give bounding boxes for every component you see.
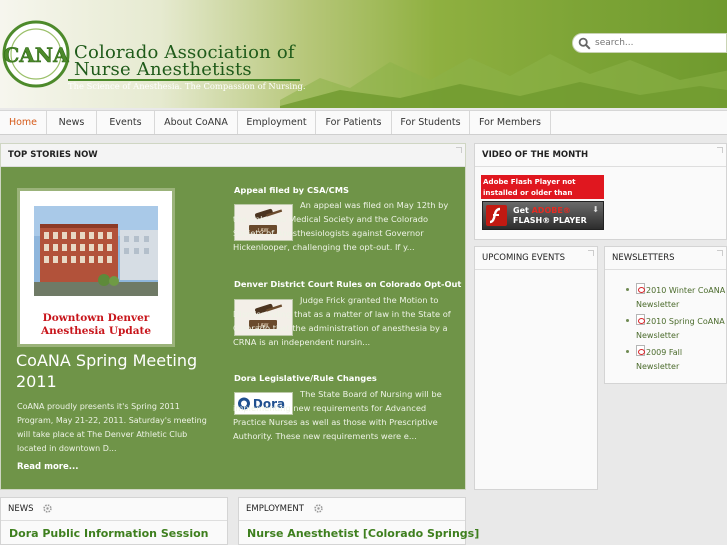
bullet-icon	[626, 288, 629, 291]
video-heading-label: VIDEO OF THE MONTH	[482, 150, 589, 160]
gear-icon[interactable]	[313, 503, 324, 514]
search-input[interactable]	[595, 35, 723, 51]
story-title[interactable]: Denver District Court Rules on Colorado …	[234, 279, 461, 289]
top-stories-heading: TOP STORIES NOW	[1, 144, 465, 167]
upcoming-heading: UPCOMING EVENTS	[475, 247, 597, 270]
read-more-link[interactable]: Read more...	[17, 462, 78, 472]
story-body: The State Board of Nursing will be imple…	[233, 387, 455, 443]
flash-adobe-text: ADOBE®	[531, 206, 571, 215]
flash-warning: Adobe Flash Player not installed or olde…	[481, 175, 604, 208]
newsletter-item[interactable]: 2009 Fall Newsletter	[626, 345, 726, 373]
upcoming-events-panel: UPCOMING EVENTS	[474, 246, 598, 490]
newsletter-link[interactable]: 2010 Winter CoANA Newsletter	[636, 286, 725, 309]
newsletters-heading: NEWSLETTERS	[605, 247, 726, 270]
story-body-text: An appeal was filed on May 12th by the C…	[233, 200, 449, 252]
flash-icon	[486, 205, 507, 226]
bullet-icon	[626, 319, 629, 322]
nav-events[interactable]: Events	[97, 111, 155, 134]
nav-news[interactable]: News	[47, 111, 97, 134]
pdf-icon	[636, 283, 645, 294]
upcoming-heading-label: UPCOMING EVENTS	[482, 253, 565, 263]
top-stories-panel: TOP STORIES NOW Downtown Denver Anesthes…	[0, 143, 466, 490]
nav-about[interactable]: About CoANA	[155, 111, 238, 134]
site-header: CANA Colorado Association of Nurse Anest…	[0, 0, 727, 108]
feature-body: CoANA proudly presents it's Spring 2011 …	[17, 402, 207, 453]
building-photo	[34, 206, 158, 296]
pdf-icon	[636, 314, 645, 325]
flash-button-line2: FLASH® PLAYER	[513, 216, 587, 225]
flash-button-line1: Get ADOBE®	[513, 206, 571, 215]
nav-employment[interactable]: Employment	[238, 111, 316, 134]
feature-title[interactable]: CoANA Spring Meeting 2011	[16, 350, 221, 392]
newsletter-item[interactable]: 2010 Spring CoANA Newsletter	[626, 314, 726, 342]
employment-heading: EMPLOYMENT	[239, 498, 465, 521]
download-arrow-icon: ⬇	[592, 205, 599, 214]
org-name-line2: Nurse Anesthetists	[74, 59, 252, 80]
employment-item-title[interactable]: Nurse Anesthetist [Colorado Springs]	[247, 527, 479, 540]
newsletter-list: 2010 Winter CoANA Newsletter 2010 Spring…	[626, 283, 726, 376]
caption-line1: Downtown Denver	[42, 312, 150, 324]
feature-image[interactable]: Downtown Denver Anesthesia Update	[17, 188, 175, 347]
main-nav: Home News Events About CoANA Employment …	[0, 110, 727, 135]
search-icon[interactable]	[578, 37, 591, 50]
logo-icon[interactable]: CANA	[2, 20, 70, 88]
nav-home[interactable]: Home	[0, 111, 47, 134]
bullet-icon	[626, 350, 629, 353]
news-item-title[interactable]: Dora Public Information Session	[9, 527, 208, 540]
nav-students[interactable]: For Students	[392, 111, 470, 134]
story-body-text: Judge Frick granted the Motion to Dismis…	[233, 295, 451, 347]
pdf-icon	[636, 345, 645, 356]
nav-patients[interactable]: For Patients	[316, 111, 392, 134]
gear-icon[interactable]	[42, 503, 53, 514]
news-heading: NEWS	[1, 498, 227, 521]
news-heading-label: NEWS	[8, 504, 34, 514]
org-name: Colorado Association of Nurse Anesthetis…	[74, 44, 295, 80]
newsletters-heading-label: NEWSLETTERS	[612, 253, 675, 263]
panel-corner-icon	[456, 147, 462, 153]
panel-corner-icon	[717, 147, 723, 153]
story-body-text: The State Board of Nursing will be imple…	[233, 389, 442, 441]
logo-letters: CANA	[3, 43, 69, 67]
employment-panel: EMPLOYMENT Nurse Anesthetist [Colorado S…	[238, 497, 479, 545]
get-flash-button[interactable]: Get ADOBE® FLASH® PLAYER ⬇	[482, 201, 604, 230]
story-body: An appeal was filed on May 12th by the C…	[233, 198, 455, 254]
panel-corner-icon	[717, 250, 723, 256]
panel-corner-icon	[588, 250, 594, 256]
story-title[interactable]: Appeal filed by CSA/CMS	[234, 185, 349, 195]
search-box	[572, 33, 727, 53]
story-body: Judge Frick granted the Motion to Dismis…	[233, 293, 455, 349]
employment-heading-label: EMPLOYMENT	[246, 504, 304, 514]
newsletters-panel: NEWSLETTERS 2010 Winter CoANA Newsletter…	[604, 246, 727, 384]
page: CANA Colorado Association of Nurse Anest…	[0, 0, 727, 545]
video-heading: VIDEO OF THE MONTH	[475, 144, 726, 167]
tagline: The Science of Anesthesia. The Compassio…	[68, 81, 306, 91]
newsletter-item[interactable]: 2010 Winter CoANA Newsletter	[626, 283, 726, 311]
newsletter-link[interactable]: 2010 Spring CoANA Newsletter	[636, 317, 725, 340]
caption-line2: Anesthesia Update	[40, 325, 152, 337]
top-stories-heading-label: TOP STORIES NOW	[8, 150, 98, 160]
flash-get-text: Get	[513, 206, 532, 215]
news-panel: NEWS Dora Public Information Session	[0, 497, 228, 545]
story-title[interactable]: Dora Legislative/Rule Changes	[234, 373, 377, 383]
feature-image-caption: Downtown Denver Anesthesia Update	[20, 312, 172, 338]
video-panel: VIDEO OF THE MONTH Adobe Flash Player no…	[474, 143, 727, 240]
nav-members[interactable]: For Members	[470, 111, 551, 134]
